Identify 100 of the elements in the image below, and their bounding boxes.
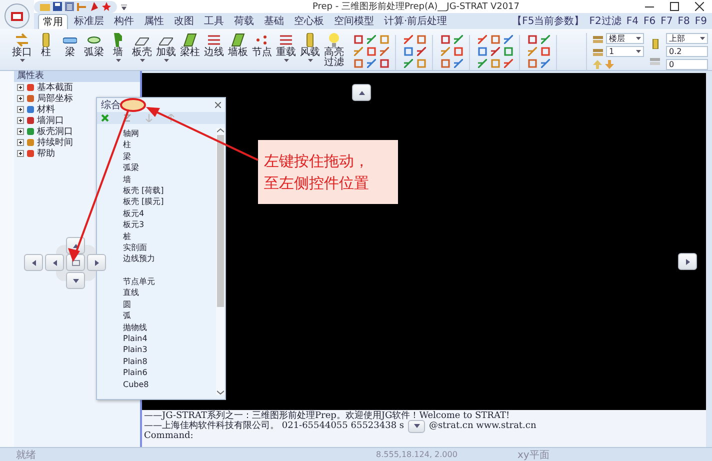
expander-icon[interactable] xyxy=(17,128,24,135)
expander-icon[interactable] xyxy=(17,117,24,124)
tool-icon[interactable] xyxy=(354,47,363,56)
tool-icon[interactable] xyxy=(528,47,537,56)
list-item[interactable]: 圆 xyxy=(123,298,216,310)
dock-top-button[interactable] xyxy=(352,84,371,101)
dropdown[interactable]: 1 xyxy=(606,46,644,57)
tool-icon[interactable] xyxy=(478,59,487,68)
tree-item[interactable]: 持续时间 xyxy=(37,136,73,149)
expander-icon[interactable] xyxy=(17,106,24,113)
tree-item[interactable]: 帮助 xyxy=(37,147,55,160)
star-icon[interactable] xyxy=(102,2,111,11)
ribbon-button[interactable]: 加载 xyxy=(154,33,178,70)
scrollbar-thumb[interactable] xyxy=(217,135,224,307)
tree-item[interactable]: 局部坐标 xyxy=(37,92,73,105)
list-item[interactable]: 板壳 [荷载] xyxy=(123,184,216,196)
ribbon-button[interactable]: 重载 xyxy=(274,33,298,70)
input-field[interactable]: 0.2 xyxy=(666,46,708,57)
list-item[interactable]: 板元3 xyxy=(123,219,216,231)
ribbon-button[interactable]: 节点 xyxy=(250,33,274,70)
list-item[interactable]: 实剖面 xyxy=(123,242,216,254)
dock-right-button[interactable] xyxy=(87,254,106,271)
save-icon[interactable] xyxy=(53,2,62,11)
ribbon-tab[interactable]: 基础 xyxy=(260,14,288,29)
dropdown[interactable]: 上部 xyxy=(666,33,708,44)
shortcut-key[interactable]: F6 xyxy=(644,16,656,26)
list-item[interactable]: 轴网 xyxy=(123,128,216,140)
ribbon-button[interactable]: 柱 xyxy=(34,33,58,70)
ribbon-button[interactable]: 边线 xyxy=(202,33,226,70)
list-item[interactable]: Plain6 xyxy=(123,367,216,379)
list-item[interactable]: 柱 xyxy=(123,139,216,151)
shortcut-key[interactable]: F2过滤 xyxy=(589,14,622,28)
tool-icon[interactable] xyxy=(454,35,463,44)
ribbon-button[interactable]: 墙 xyxy=(106,33,130,70)
list-item[interactable]: Plain4 xyxy=(123,333,216,344)
close-icon[interactable] xyxy=(695,2,704,11)
list-item[interactable]: 梁 xyxy=(123,150,216,162)
ribbon-tab[interactable]: 常用 xyxy=(38,14,68,29)
dock-left-button[interactable] xyxy=(24,254,43,271)
tool-icon[interactable] xyxy=(504,35,513,44)
shortcut-key[interactable]: 【F5当前参数】 xyxy=(512,14,584,28)
ribbon-button[interactable]: 风载 xyxy=(298,33,322,70)
shortcut-key[interactable]: F7 xyxy=(660,16,673,26)
tool-icon[interactable] xyxy=(404,59,413,68)
list-item[interactable]: 边线预力 xyxy=(123,253,216,265)
maximize-icon[interactable] xyxy=(670,2,679,11)
list-icon[interactable] xyxy=(65,2,74,11)
dock-bottom-button[interactable] xyxy=(66,272,85,289)
shortcut-key[interactable]: F8 xyxy=(678,16,690,26)
ribbon-tab[interactable]: 空心板 xyxy=(290,14,328,29)
dropdown[interactable]: 楼层 xyxy=(606,33,644,44)
ribbon-button[interactable]: 板壳 xyxy=(130,33,154,70)
list-item[interactable]: 墙 xyxy=(123,174,216,185)
x-icon[interactable] xyxy=(101,114,109,122)
ribbon-tab[interactable]: 构件 xyxy=(110,14,138,29)
shortcut-key[interactable]: F9 xyxy=(694,16,707,26)
ribbon-button[interactable]: 接口 xyxy=(10,33,34,70)
tool-icon[interactable] xyxy=(541,59,550,68)
ribbon-tab[interactable]: 计算·前后处理 xyxy=(380,14,452,29)
scroll-down-icon[interactable] xyxy=(217,390,224,395)
ribbon-tab[interactable]: 改图 xyxy=(170,14,198,29)
ribbon-tab[interactable]: 标准层 xyxy=(70,14,108,29)
tool-icon[interactable] xyxy=(417,47,426,56)
ribbon-tab[interactable]: 工具 xyxy=(200,14,228,29)
ribbon-tab[interactable]: 空间模型 xyxy=(330,14,378,29)
caret-icon[interactable] xyxy=(121,4,127,10)
tool-icon[interactable] xyxy=(478,35,487,44)
expander-icon[interactable] xyxy=(17,139,24,146)
flag-icon[interactable] xyxy=(90,2,99,11)
list-item[interactable]: Plain3 xyxy=(123,344,216,356)
tool-icon[interactable] xyxy=(454,59,463,68)
ribbon-button[interactable]: 高亮过滤 xyxy=(322,33,346,70)
list-item[interactable]: Plain8 xyxy=(123,356,216,368)
layers-icon[interactable] xyxy=(650,56,660,64)
list-item[interactable]: 弧梁 xyxy=(123,162,216,174)
ribbon-button[interactable]: 梁柱 xyxy=(178,33,202,70)
ribbon-tab[interactable]: 属性 xyxy=(140,14,168,29)
tree-item[interactable]: 基本截面 xyxy=(37,81,73,94)
list-item[interactable]: 弧 xyxy=(123,310,216,322)
tool-icon[interactable] xyxy=(504,59,513,68)
list-item[interactable]: 桩 xyxy=(123,230,216,242)
tool-icon[interactable] xyxy=(404,35,413,44)
list-item[interactable]: 板壳 [膜元] xyxy=(123,196,216,208)
dock-right-button[interactable] xyxy=(678,253,697,270)
tool-icon[interactable] xyxy=(380,47,389,56)
list-item[interactable]: 抛物线 xyxy=(123,322,216,334)
expander-icon[interactable] xyxy=(17,95,24,102)
ribbon-button[interactable]: 梁 xyxy=(58,33,82,70)
sort-icon[interactable] xyxy=(167,114,175,122)
ruler-icon[interactable] xyxy=(77,2,87,11)
tool-icon[interactable] xyxy=(441,47,450,56)
tree-item[interactable]: 墙洞口 xyxy=(37,114,64,127)
dock-bottom-button[interactable] xyxy=(408,420,426,432)
expander-icon[interactable] xyxy=(17,150,24,157)
shortcut-key[interactable]: F4 xyxy=(626,16,638,26)
list-item[interactable]: 直线 xyxy=(123,287,216,299)
expander-icon[interactable] xyxy=(17,84,24,91)
ribbon-button[interactable]: 弧梁 xyxy=(82,33,106,70)
tool-icon[interactable] xyxy=(541,35,550,44)
pillar-icon[interactable] xyxy=(650,38,660,48)
